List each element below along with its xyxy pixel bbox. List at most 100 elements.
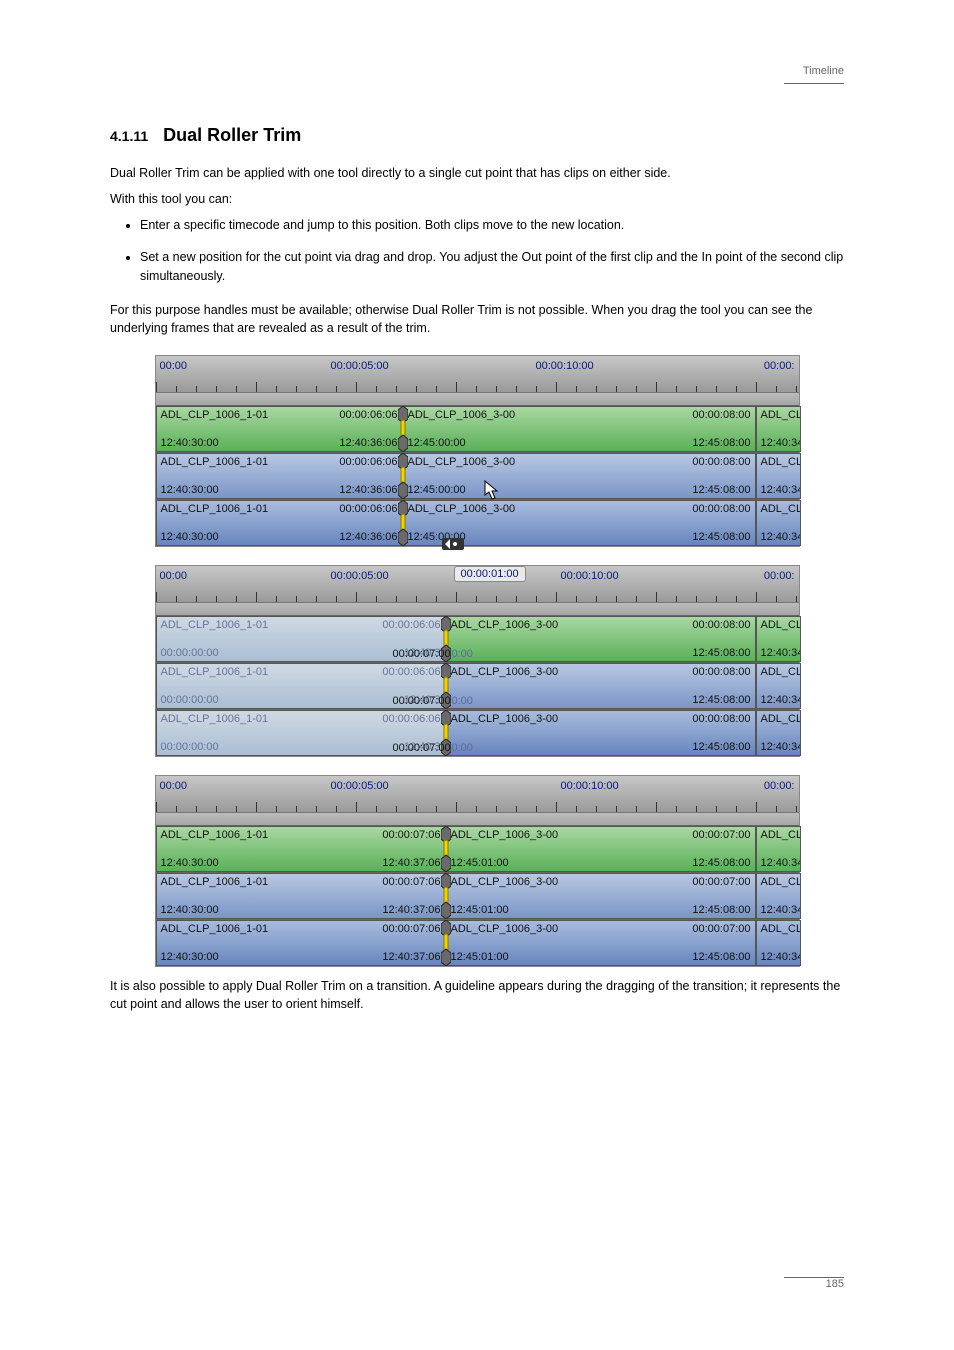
clip-name: ADL_CLP_1006_3-00 (408, 456, 516, 468)
clip-in-tc: 12:40:34: (761, 647, 801, 659)
timeline-track[interactable]: ADL_CLP_1006_1-0100:00:06:0612:40:30:001… (156, 405, 799, 452)
dual-roller-handle[interactable] (398, 453, 408, 499)
timeline-clip[interactable]: ADL_CLP_1006_1-0100:00:06:0612:40:30:001… (156, 406, 403, 452)
overlay-tail-tc: 0:00 (452, 695, 473, 707)
clip-duration: 00:00:08:00 (692, 666, 750, 678)
clip-name: ADL_CLI (761, 666, 801, 678)
clip-name: ADL_CLI (761, 456, 801, 468)
clip-in-tc: 12:40:34: (761, 484, 801, 496)
timeline-track[interactable]: ADL_CLP_1006_1-0100:00:06:0612:40:30:001… (156, 499, 799, 546)
feature-item-1: Enter a specific timecode and jump to th… (140, 216, 844, 234)
ruler-label: 00:00: (764, 360, 795, 372)
clip-duration: 00:00:07:06 (382, 876, 440, 888)
clip-duration: 00:00:07:06 (382, 923, 440, 935)
overlay-mid-tc: 00:00:07:00 (393, 695, 451, 707)
timeline-clip[interactable]: ADL_CLP_1006_3-0000:00:08:0012:45:08:00 (446, 616, 756, 662)
timeline-clip[interactable]: ADL_CLI12:40:34: (756, 920, 801, 966)
timeline-clip[interactable]: ADL_CLP_1006_3-0000:00:08:0012:45:00:001… (403, 453, 756, 499)
timeline-track[interactable]: ADL_CLP_1006_1-0100:00:06:0612:40:30:001… (156, 452, 799, 499)
timecode-tooltip: 00:00:01:00 (454, 566, 526, 582)
clip-duration: 00:00:07:00 (692, 829, 750, 841)
timeline-clip[interactable]: ADL_CLI 12:40:34: (756, 406, 801, 452)
clip-duration: 00:00:06:06 (339, 503, 397, 515)
clip-out-tc: 12:40:36:06 (339, 531, 397, 543)
ruler-label: 00:00:10:00 (536, 360, 594, 372)
timeline-clip[interactable]: ADL_CLP_1006_3-0000:00:07:0012:45:01:001… (446, 826, 756, 872)
timeline-track[interactable]: ADL_CLP_1006_1-0100:00:06:0600:00:00:001… (156, 709, 799, 756)
timeline-track[interactable]: ADL_CLP_1006_1-0100:00:07:0612:40:30:001… (156, 825, 799, 872)
dual-roller-handle[interactable] (398, 406, 408, 452)
timeline-clip[interactable]: ADL_CLI12:40:34: (756, 663, 801, 709)
overlay-mid-tc: 00:00:07:00 (393, 648, 451, 660)
header-rule (784, 83, 844, 84)
timeline-clip[interactable]: ADL_CLP_1006_1-0100:00:07:0612:40:30:001… (156, 920, 446, 966)
timeline-clip[interactable]: ADL_CLI12:40:34: (756, 616, 801, 662)
overlay-tail-tc: 0:00 (452, 742, 473, 754)
timeline-clip[interactable]: ADL_CLP_1006_1-0100:00:06:0612:40:30:001… (156, 453, 403, 499)
clip-out-tc: 12:45:08:00 (692, 484, 750, 496)
clip-out-tc: 12:45:08:00 (692, 694, 750, 706)
timeline-clip[interactable]: ADL_CLP_1006_1-0100:00:06:0612:40:30:001… (156, 500, 403, 546)
clip-in-tc: 12:40:34: (761, 531, 801, 543)
clip-duration: 00:00:06:06 (382, 713, 440, 725)
dual-roller-handle[interactable] (441, 920, 451, 966)
clip-duration: 00:00:07:00 (692, 876, 750, 888)
timeline-ruler[interactable]: 00:00 00:00:05:00 00:00:10:00 00:00: 00:… (156, 566, 799, 603)
intro-paragraph-2: With this tool you can: (110, 190, 844, 208)
clip-duration: 00:00:06:06 (339, 409, 397, 421)
clip-name: ADL_CLP_1006_1-01 (161, 456, 269, 468)
clip-in-tc: 12:40:30:00 (161, 904, 219, 916)
clip-in-tc: 00:00:00:00 (161, 741, 219, 753)
clip-name: ADL_CLP_1006_3-00 (451, 829, 559, 841)
clip-name: ADL_CLI (761, 409, 801, 421)
clip-in-tc: 00:00:00:00 (161, 647, 219, 659)
clip-in-tc: 12:40:30:00 (161, 857, 219, 869)
timeline-gap (156, 393, 799, 405)
clip-name: ADL_CLP_1006_1-01 (161, 829, 269, 841)
clip-name: ADL_CLP_1006_3-00 (451, 713, 559, 725)
clip-duration: 00:00:06:06 (382, 666, 440, 678)
clip-name: ADL_CLP_1006_3-00 (408, 503, 516, 515)
feature-item-2: Set a new position for the cut point via… (140, 248, 844, 284)
timeline-clip[interactable]: ADL_CLP_1006_3-0000:00:07:0012:45:01:001… (446, 920, 756, 966)
clip-name: ADL_CLP_1006_3-00 (408, 409, 516, 421)
clip-name: ADL_CLP_1006_1-01 (161, 666, 269, 678)
clip-out-tc: 12:45:08:00 (692, 951, 750, 963)
timeline-clip[interactable]: ADL_CLP_1006_3-0000:00:08:0012:45:08:00 (446, 663, 756, 709)
timeline-clip[interactable]: ADL_CLI12:40:34: (756, 826, 801, 872)
timeline-ruler[interactable]: 00:00 00:00:05:00 00:00:10:00 00:00: (156, 356, 799, 393)
timeline-track[interactable]: ADL_CLP_1006_1-0100:00:07:0612:40:30:001… (156, 919, 799, 966)
clip-in-tc: 12:40:34: (761, 437, 801, 449)
dual-roller-handle[interactable] (441, 826, 451, 872)
timeline-clip[interactable]: ADL_CLI12:40:34: (756, 873, 801, 919)
timeline-clip[interactable]: ADL_CLP_1006_3-0000:00:08:0012:45:08:00 (446, 710, 756, 756)
timeline-clip[interactable]: ADL_CLI12:40:34: (756, 710, 801, 756)
section-heading: 4.1.11 Dual Roller Trim (110, 125, 844, 146)
clip-out-tc: 12:45:08:00 (692, 437, 750, 449)
timeline-clip[interactable]: ADL_CLP_1006_1-0100:00:07:0612:40:30:001… (156, 826, 446, 872)
clip-in-tc: 12:40:30:00 (161, 437, 219, 449)
clip-in-tc: 12:40:34: (761, 741, 801, 753)
overlay-tail-tc: 0:00 (452, 648, 473, 660)
timeline-clip[interactable]: ADL_CLI12:40:34: (756, 500, 801, 546)
ruler-ticks (156, 802, 799, 812)
timeline-panel-before: 00:00 00:00:05:00 00:00:10:00 00:00: ADL… (155, 355, 800, 547)
clip-in-tc: 12:40:30:00 (161, 531, 219, 543)
clip-out-tc: 12:45:08:00 (692, 531, 750, 543)
clip-name: ADL_CLP_1006_3-00 (451, 923, 559, 935)
timeline-clip[interactable]: ADL_CLI 12:40:34: (756, 453, 801, 499)
timeline-track[interactable]: ADL_CLP_1006_1-0100:00:06:0600:00:00:001… (156, 615, 799, 662)
clip-duration: 00:00:06:06 (339, 456, 397, 468)
timeline-track[interactable]: ADL_CLP_1006_1-0100:00:06:0600:00:00:001… (156, 662, 799, 709)
dual-roller-handle[interactable] (398, 500, 408, 546)
ruler-ticks (156, 382, 799, 392)
clip-name: ADL_CLI (761, 829, 801, 841)
clip-name: ADL_CLP_1006_1-01 (161, 876, 269, 888)
dual-roller-handle[interactable] (441, 873, 451, 919)
timeline-clip[interactable]: ADL_CLP_1006_3-0000:00:07:0012:45:01:001… (446, 873, 756, 919)
timeline-clip[interactable]: ADL_CLP_1006_1-0100:00:07:0612:40:30:001… (156, 873, 446, 919)
timeline-track[interactable]: ADL_CLP_1006_1-0100:00:07:0612:40:30:001… (156, 872, 799, 919)
timeline-ruler[interactable]: 00:00 00:00:05:00 00:00:10:00 00:00: (156, 776, 799, 813)
timeline-clip[interactable]: ADL_CLP_1006_3-0000:00:08:0012:45:00:001… (403, 406, 756, 452)
ruler-label: 00:00: (764, 570, 795, 582)
